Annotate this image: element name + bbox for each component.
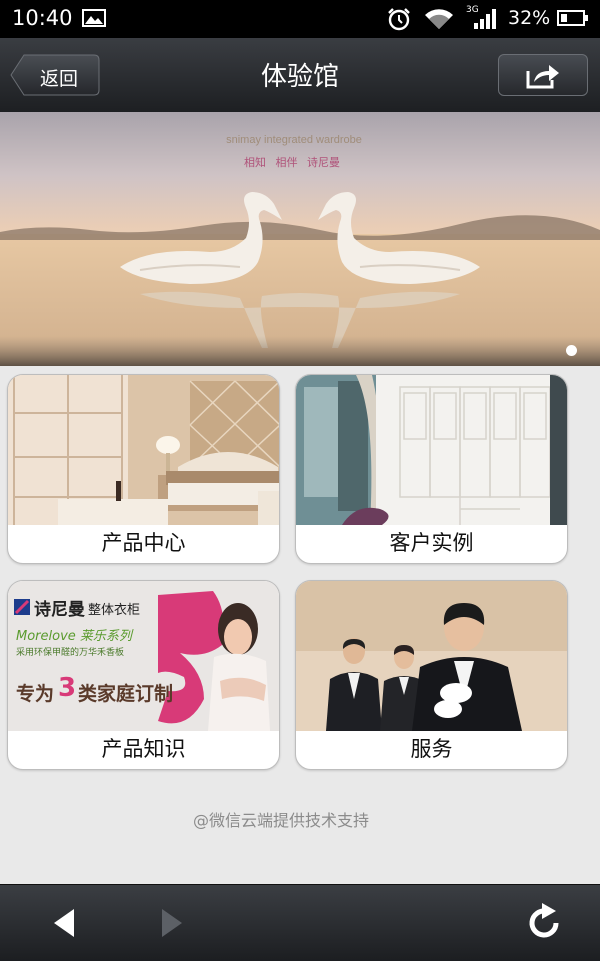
bedroom-image (8, 375, 279, 525)
card-label: 服务 (410, 737, 453, 761)
battery-icon (557, 10, 588, 26)
status-time: 10:40 (12, 6, 73, 30)
banner-subtitle-cn: 相知 相伴 诗尼曼 (244, 156, 340, 169)
card-service[interactable]: 服务 (295, 580, 568, 770)
browser-back-icon[interactable] (52, 907, 76, 943)
ad-slogan-num: 3 (58, 673, 77, 703)
ad-line2: 采用环保甲醛的万华禾香板 (16, 648, 125, 658)
refresh-icon[interactable] (524, 903, 564, 947)
image-icon (82, 9, 106, 27)
status-bar: 10:40 3G 32% (0, 0, 600, 38)
banner-subtitle-en: snimay integrated wardrobe (226, 134, 362, 146)
signal-icon (474, 9, 498, 33)
ad-slogan-pre: 专为 (16, 683, 55, 705)
service-staff-image (296, 581, 567, 731)
nav-bar: 返回 体验馆 (0, 38, 600, 113)
share-icon (526, 65, 559, 89)
card-customer-cases[interactable]: 客户实例 (295, 374, 568, 564)
tech-support-credit: @微信云端提供技术支持 (192, 811, 369, 830)
ad-brand: 诗尼曼 (34, 600, 85, 620)
card-product-knowledge[interactable]: 诗尼曼 整体衣柜 Morelove 莱乐系列 采用环保甲醛的万华禾香板 专为 3… (7, 580, 280, 770)
card-product-center[interactable]: 产品中心 (7, 374, 280, 564)
card-label: 产品知识 (101, 737, 186, 761)
card-label: 产品中心 (101, 531, 186, 555)
card-label: 客户实例 (389, 531, 474, 555)
browser-forward-icon[interactable] (160, 907, 184, 943)
swan-banner-image (0, 112, 600, 366)
browser-toolbar (0, 884, 600, 961)
ad-series: Morelove 莱乐系列 (16, 629, 132, 644)
alarm-icon (386, 7, 412, 35)
ad-slogan-post: 类家庭订制 (78, 683, 174, 705)
share-button[interactable] (498, 54, 588, 96)
wifi-icon (424, 8, 454, 34)
battery-percent: 32% (508, 7, 551, 29)
wardrobe-image (296, 375, 567, 525)
slide-indicator-dot[interactable] (566, 345, 577, 356)
hero-banner[interactable]: snimay integrated wardrobe 相知 相伴 诗尼曼 (0, 112, 600, 366)
ad-brand-sub: 整体衣柜 (88, 603, 141, 618)
